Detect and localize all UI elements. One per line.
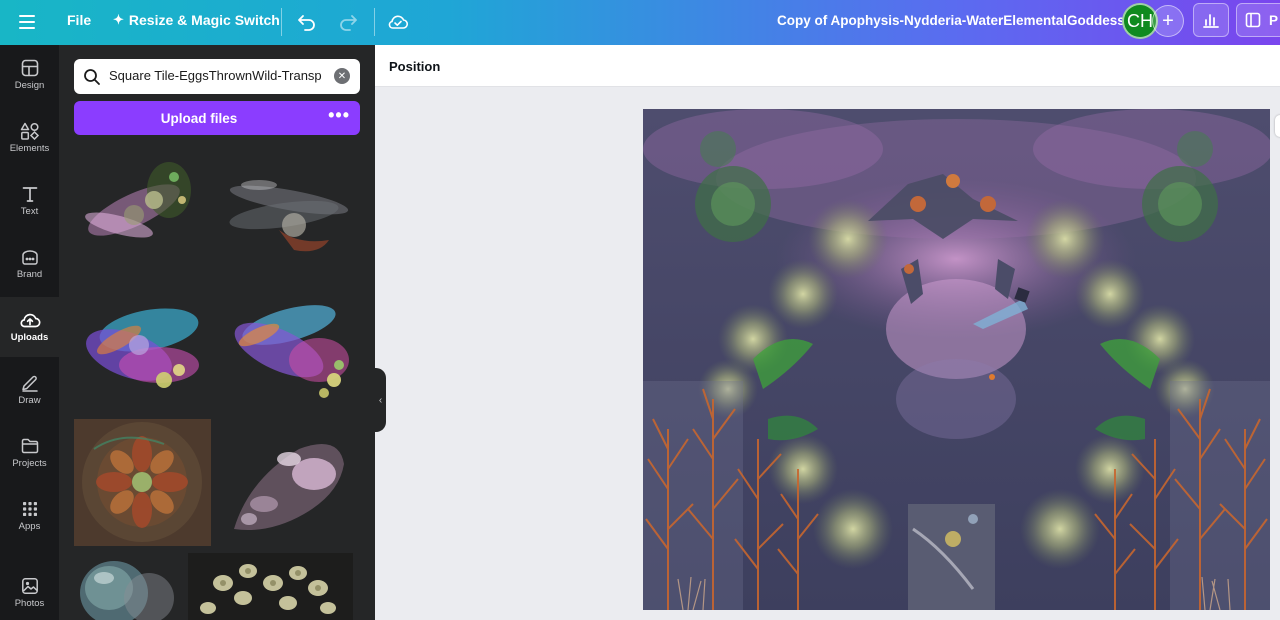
rail-label: Brand (16, 269, 43, 280)
rail-label: Text (20, 206, 39, 217)
upload-thumbnail[interactable] (219, 285, 359, 415)
insights-button[interactable] (1193, 3, 1229, 37)
rail-label: Photos (14, 598, 45, 609)
chevron-left-icon: ‹ (378, 394, 383, 406)
collapse-panel-button[interactable]: ‹ (375, 368, 386, 432)
redo-icon[interactable] (334, 8, 362, 36)
rail-item-apps[interactable]: Apps (0, 486, 59, 546)
upload-thumbnail[interactable] (219, 145, 359, 275)
rail-label: Draw (18, 395, 41, 406)
folder-icon (21, 438, 38, 454)
rail-item-elements[interactable]: Elements (0, 108, 59, 168)
search-value[interactable]: Square Tile-EggsThrownWild-Transp (109, 68, 331, 83)
rail-label: Apps (18, 521, 41, 532)
design-canvas[interactable] (643, 109, 1270, 610)
plus-icon: + (1162, 9, 1174, 32)
uploads-panel: Square Tile-EggsThrownWild-Transp ✕ Uplo… (59, 45, 375, 620)
file-menu-button[interactable]: File (67, 12, 91, 28)
present-icon (1245, 12, 1261, 28)
position-button[interactable]: Position (389, 59, 440, 74)
more-options-icon[interactable]: ••• (328, 105, 350, 126)
cloud-saved-icon[interactable] (384, 8, 412, 36)
upload-thumbnail[interactable] (219, 419, 359, 546)
text-icon (22, 187, 37, 202)
toolbar-divider (281, 8, 282, 36)
resize-label: Resize & Magic Switch (128, 12, 280, 28)
left-rail: Design Elements Text Brand Uploads Draw … (0, 45, 59, 620)
upload-thumbnail[interactable] (188, 553, 353, 620)
toolbar-divider (374, 8, 375, 36)
upload-thumbnail[interactable] (74, 553, 184, 620)
add-collaborator-button[interactable]: + (1152, 5, 1184, 37)
rail-label: Elements (9, 143, 50, 154)
document-title[interactable]: Copy of Apophysis-Nydderia-WaterElementa… (777, 13, 1125, 28)
rail-item-design[interactable]: Design (0, 45, 59, 105)
sparkle-icon: ✦ (113, 12, 124, 27)
top-bar: File ✦ Resize & Magic Switch Copy of Apo… (0, 0, 1280, 45)
rail-item-projects[interactable]: Projects (0, 423, 59, 483)
apps-icon (22, 502, 37, 516)
clear-search-icon[interactable]: ✕ (334, 68, 350, 84)
search-icon (84, 69, 100, 85)
upload-thumbnail[interactable] (74, 145, 214, 275)
bar-chart-icon (1203, 14, 1219, 28)
rail-label: Projects (12, 458, 47, 469)
rail-label: Design (14, 80, 45, 91)
resize-magic-switch-button[interactable]: ✦ Resize & Magic Switch (113, 12, 280, 28)
draw-icon (21, 375, 38, 392)
present-button[interactable]: P (1236, 3, 1280, 37)
rail-label: Uploads (10, 332, 49, 343)
brand-icon (21, 250, 38, 265)
canvas-scroll-handle[interactable] (1275, 115, 1280, 137)
rail-item-photos[interactable]: Photos (0, 563, 59, 620)
menu-icon[interactable] (14, 10, 40, 34)
upload-files-button[interactable]: Upload files ••• (74, 101, 360, 135)
undo-icon[interactable] (293, 8, 321, 36)
rail-item-text[interactable]: Text (0, 171, 59, 231)
rail-item-uploads[interactable]: Uploads (0, 297, 59, 357)
canvas-artwork (643, 109, 1270, 610)
upload-thumbnail[interactable] (74, 285, 214, 415)
search-input[interactable]: Square Tile-EggsThrownWild-Transp ✕ (74, 59, 360, 94)
rail-item-draw[interactable]: Draw (0, 360, 59, 420)
present-label: P (1269, 12, 1279, 28)
design-icon (21, 59, 38, 77)
photos-icon (21, 578, 38, 594)
rail-item-brand[interactable]: Brand (0, 234, 59, 294)
context-toolbar: Position (375, 45, 1280, 87)
uploads-icon (19, 313, 40, 328)
elements-icon (20, 122, 39, 140)
upload-files-label: Upload files (160, 111, 238, 126)
upload-thumbnail[interactable] (74, 419, 211, 546)
